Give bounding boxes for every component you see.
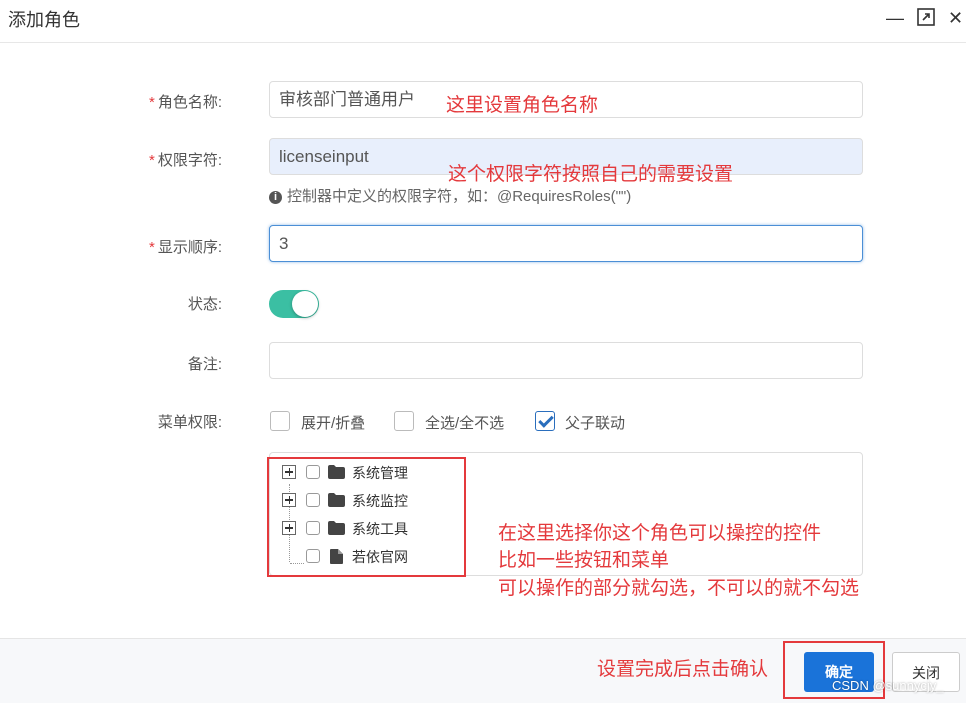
close-icon[interactable]: ✕ — [948, 8, 963, 29]
parent-child-link-checkbox[interactable] — [535, 411, 555, 431]
select-all-label: 全选/全不选 — [425, 415, 505, 432]
annotation-role-name: 这里设置角色名称 — [446, 95, 599, 116]
dialog-titlebar: 添加角色 — ✕ — [0, 0, 966, 43]
annotation-perm-key: 这个权限字符按照自己的需要设置 — [448, 164, 734, 185]
status-toggle[interactable] — [269, 290, 319, 318]
required-mark: * — [148, 94, 155, 111]
toggle-knob — [292, 291, 318, 317]
expand-collapse-label: 展开/折叠 — [301, 415, 366, 432]
annotation-footer: 设置完成后点击确认 — [597, 659, 769, 680]
maximize-icon[interactable] — [917, 8, 935, 31]
annotation-tree-line3: 可以操作的部分就勾选，不可以的就不勾选 — [498, 578, 860, 599]
select-all-checkbox[interactable] — [394, 411, 414, 431]
perm-key-label-text: 权限字符: — [157, 152, 222, 169]
perm-key-help-text: 控制器中定义的权限字符，如：@RequiresRoles("") — [287, 188, 632, 205]
minimize-icon[interactable]: — — [886, 8, 904, 29]
role-name-label: * 角色名称: — [112, 91, 222, 112]
order-label: * 显示顺序: — [112, 236, 222, 257]
highlight-tree — [267, 457, 466, 577]
annotation-tree-line2: 比如一些按钮和菜单 — [498, 550, 670, 571]
required-mark: * — [148, 152, 155, 169]
expand-collapse-checkbox[interactable] — [270, 411, 290, 431]
perm-key-help: i 控制器中定义的权限字符，如：@RequiresRoles("") — [269, 185, 631, 206]
annotation-tree-line1: 在这里选择你这个角色可以操控的控件 — [498, 523, 822, 544]
status-label: 状态: — [187, 296, 222, 313]
required-mark: * — [148, 239, 155, 256]
role-name-label-text: 角色名称: — [157, 94, 222, 111]
parent-child-link-label: 父子联动 — [565, 415, 626, 432]
order-input[interactable]: 3 — [269, 225, 863, 262]
watermark: CSDN @sunnycjy_ — [832, 678, 944, 693]
menu-perm-label: 菜单权限: — [157, 414, 222, 431]
remark-label: 备注: — [187, 356, 222, 373]
order-label-text: 显示顺序: — [157, 239, 222, 256]
dialog-title: 添加角色 — [8, 10, 80, 30]
info-icon: i — [269, 191, 282, 204]
remark-input[interactable] — [269, 342, 863, 379]
perm-key-label: * 权限字符: — [112, 149, 222, 170]
